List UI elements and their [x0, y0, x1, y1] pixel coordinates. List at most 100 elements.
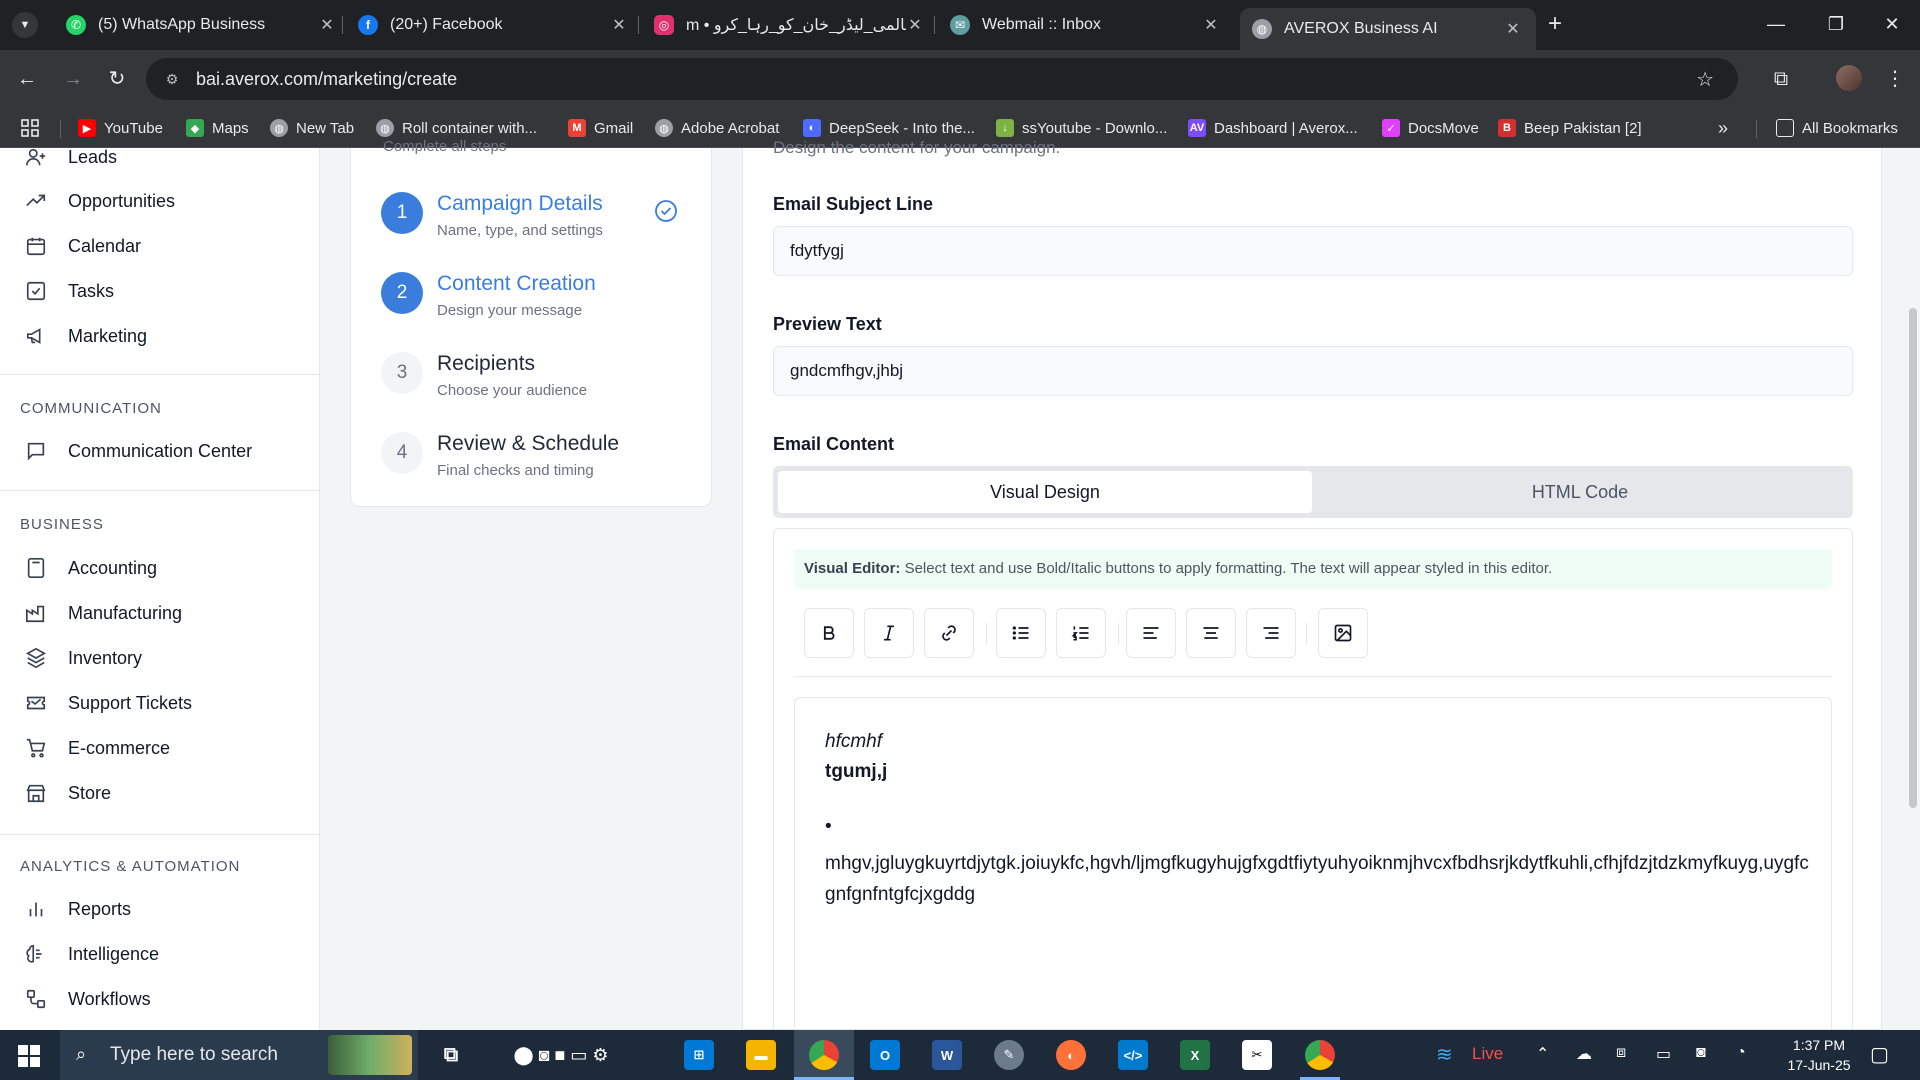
- wifi-icon[interactable]: ◔: [1736, 1044, 1746, 1062]
- chrome-icon[interactable]: [809, 1040, 839, 1070]
- bookmark-docsmove[interactable]: ✓ DocsMove: [1382, 116, 1479, 140]
- bullet-list-button[interactable]: [996, 608, 1046, 658]
- minimize-button[interactable]: —: [1746, 0, 1806, 50]
- numbered-list-button[interactable]: [1056, 608, 1106, 658]
- chevron-up-icon[interactable]: ⌃: [1536, 1044, 1549, 1064]
- weather-live-label[interactable]: Live: [1472, 1044, 1503, 1064]
- battery-icon[interactable]: ▭: [1656, 1044, 1671, 1064]
- align-left-button[interactable]: [1126, 608, 1176, 658]
- capcut-icon[interactable]: ✂: [1242, 1040, 1272, 1070]
- bookmark-maps[interactable]: ◆ Maps: [186, 116, 249, 140]
- align-center-button[interactable]: [1186, 608, 1236, 658]
- browser-tab-facebook[interactable]: f (20+) Facebook ✕: [346, 8, 642, 42]
- camera-icon[interactable]: ◙: [1696, 1044, 1706, 1062]
- all-bookmarks-button[interactable]: All Bookmarks: [1776, 116, 1898, 140]
- bookmark-beep-pakistan[interactable]: B Beep Pakistan [2]: [1498, 116, 1642, 140]
- browser-menu-icon[interactable]: ⋮: [1880, 64, 1910, 94]
- firefox-icon[interactable]: ◐: [1056, 1040, 1086, 1070]
- chrome-icon[interactable]: [1305, 1040, 1335, 1070]
- sidebar-item-accounting[interactable]: Accounting: [24, 553, 157, 583]
- bookmark-new-tab[interactable]: ◍ New Tab: [270, 116, 354, 140]
- restore-button[interactable]: ❐: [1806, 0, 1866, 50]
- subject-input[interactable]: fdytfygj: [773, 226, 1853, 276]
- bookmark-averox-dashboard[interactable]: AV Dashboard | Averox...: [1188, 116, 1358, 140]
- link-button[interactable]: [924, 608, 974, 658]
- close-tab-icon[interactable]: ✕: [1202, 15, 1220, 35]
- italic-button[interactable]: [864, 608, 914, 658]
- profile-avatar[interactable]: [1836, 65, 1862, 91]
- back-arrow-icon[interactable]: ←: [12, 64, 42, 94]
- bar-chart-icon: [24, 897, 48, 921]
- editor-content-area[interactable]: hfcmhf tgumj,j • mhgv,jgluygkuyrtdjytgk.…: [794, 697, 1832, 1047]
- preview-text-input[interactable]: gndcmfhgv,jhbj: [773, 346, 1853, 396]
- tab-search-button[interactable]: ▼: [12, 12, 38, 38]
- search-highlight-image: [328, 1035, 412, 1075]
- close-tab-icon[interactable]: ✕: [318, 15, 336, 35]
- close-tab-icon[interactable]: ✕: [1504, 19, 1522, 39]
- notifications-icon[interactable]: ▢: [1870, 1042, 1889, 1067]
- sidebar-item-communication-center[interactable]: Communication Center: [24, 436, 252, 466]
- checkbox-icon: [24, 279, 48, 303]
- task-view-icon[interactable]: ⧉: [436, 1040, 466, 1070]
- tab-html-code[interactable]: HTML Code: [1313, 471, 1847, 513]
- onedrive-icon[interactable]: ☁: [1576, 1044, 1592, 1064]
- file-explorer-icon[interactable]: ▬: [746, 1040, 776, 1070]
- tab-visual-design[interactable]: Visual Design: [778, 471, 1312, 513]
- sidebar-item-tasks[interactable]: Tasks: [24, 276, 114, 306]
- forward-arrow-icon[interactable]: →: [58, 64, 88, 94]
- windows-start-icon[interactable]: [18, 1045, 40, 1067]
- taskbar-search-box[interactable]: ⌕ Type here to search: [60, 1030, 418, 1080]
- sidebar-item-leads[interactable]: Leads: [24, 148, 117, 172]
- excel-icon[interactable]: X: [1180, 1040, 1210, 1070]
- browser-toolbar: ← → ↻ ⚙ bai.averox.com/marketing/create …: [0, 50, 1920, 108]
- insert-image-button[interactable]: [1318, 608, 1368, 658]
- url-text[interactable]: bai.averox.com/marketing/create: [196, 69, 457, 90]
- sidebar-item-intelligence[interactable]: Intelligence: [24, 939, 159, 969]
- vscode-icon[interactable]: </>: [1118, 1040, 1148, 1070]
- reload-icon[interactable]: ↻: [102, 64, 132, 94]
- sidebar-item-support-tickets[interactable]: Support Tickets: [24, 688, 192, 718]
- align-right-button[interactable]: [1246, 608, 1296, 658]
- outlook-icon[interactable]: O: [870, 1040, 900, 1070]
- sidebar-item-store[interactable]: Store: [24, 778, 111, 808]
- browser-tab-whatsapp[interactable]: ✆ (5) WhatsApp Business ✕: [54, 8, 350, 42]
- bookmark-star-icon[interactable]: ☆: [1696, 67, 1714, 92]
- apps-grid-icon[interactable]: [20, 116, 40, 140]
- paint-icon[interactable]: ✎: [994, 1040, 1024, 1070]
- browser-tab-webmail[interactable]: ✉ Webmail :: Inbox ✕: [938, 8, 1234, 42]
- weather-icon[interactable]: ≋: [1436, 1042, 1453, 1067]
- sidebar-item-reports[interactable]: Reports: [24, 894, 131, 924]
- sidebar-item-calendar[interactable]: Calendar: [24, 231, 141, 261]
- bookmark-adobe-acrobat[interactable]: ◍ Adobe Acrobat: [655, 116, 779, 140]
- scrollbar-thumb[interactable]: [1909, 308, 1917, 808]
- new-tab-button[interactable]: +: [1540, 10, 1570, 40]
- bookmark-youtube[interactable]: ▶ YouTube: [78, 116, 163, 140]
- close-tab-icon[interactable]: ✕: [610, 15, 628, 35]
- device-icon[interactable]: ⧈: [1616, 1044, 1626, 1062]
- page-scrollbar[interactable]: [1906, 148, 1920, 1030]
- sidebar-item-inventory[interactable]: Inventory: [24, 643, 142, 673]
- browser-tab-averox[interactable]: ◍ AVEROX Business AI ✕: [1240, 8, 1536, 50]
- sidebar-item-e-commerce[interactable]: E-commerce: [24, 733, 170, 763]
- extensions-icon[interactable]: ⧉: [1766, 64, 1796, 94]
- site-info-icon[interactable]: ⚙: [162, 69, 182, 89]
- sidebar-item-workflows[interactable]: Workflows: [24, 984, 151, 1014]
- sidebar-item-manufacturing[interactable]: Manufacturing: [24, 598, 182, 628]
- sidebar-item-marketing[interactable]: Marketing: [24, 321, 147, 351]
- bookmark-roll-container[interactable]: ◍ Roll container with...: [376, 116, 537, 140]
- bookmark-deepseek[interactable]: ◐ DeepSeek - Into the...: [803, 116, 975, 140]
- camera-toolbar[interactable]: ⬤ ◙ ■ ▭ ⚙: [486, 1040, 636, 1070]
- close-window-button[interactable]: ✕: [1862, 0, 1920, 50]
- taskbar-clock[interactable]: 1:37 PM 17-Jun-25: [1774, 1035, 1864, 1075]
- close-tab-icon[interactable]: ✕: [906, 15, 924, 35]
- address-bar[interactable]: ⚙ bai.averox.com/marketing/create ☆: [146, 58, 1738, 100]
- sidebar-item-opportunities[interactable]: Opportunities: [24, 186, 175, 216]
- browser-tab-instagram[interactable]: ◎ m • عالمی_لیڈر_خان_کو_رہا_کرو# ✕: [642, 8, 938, 42]
- bookmark-ssyoutube[interactable]: ↓ ssYoutube - Downlo...: [996, 116, 1167, 140]
- bold-button[interactable]: [804, 608, 854, 658]
- word-icon[interactable]: W: [932, 1040, 962, 1070]
- ms-store-icon[interactable]: ⊞: [684, 1040, 714, 1070]
- bookmark-gmail[interactable]: M Gmail: [568, 116, 633, 140]
- more-bookmarks-icon[interactable]: »: [1718, 116, 1728, 140]
- step-number: 4: [381, 432, 423, 474]
